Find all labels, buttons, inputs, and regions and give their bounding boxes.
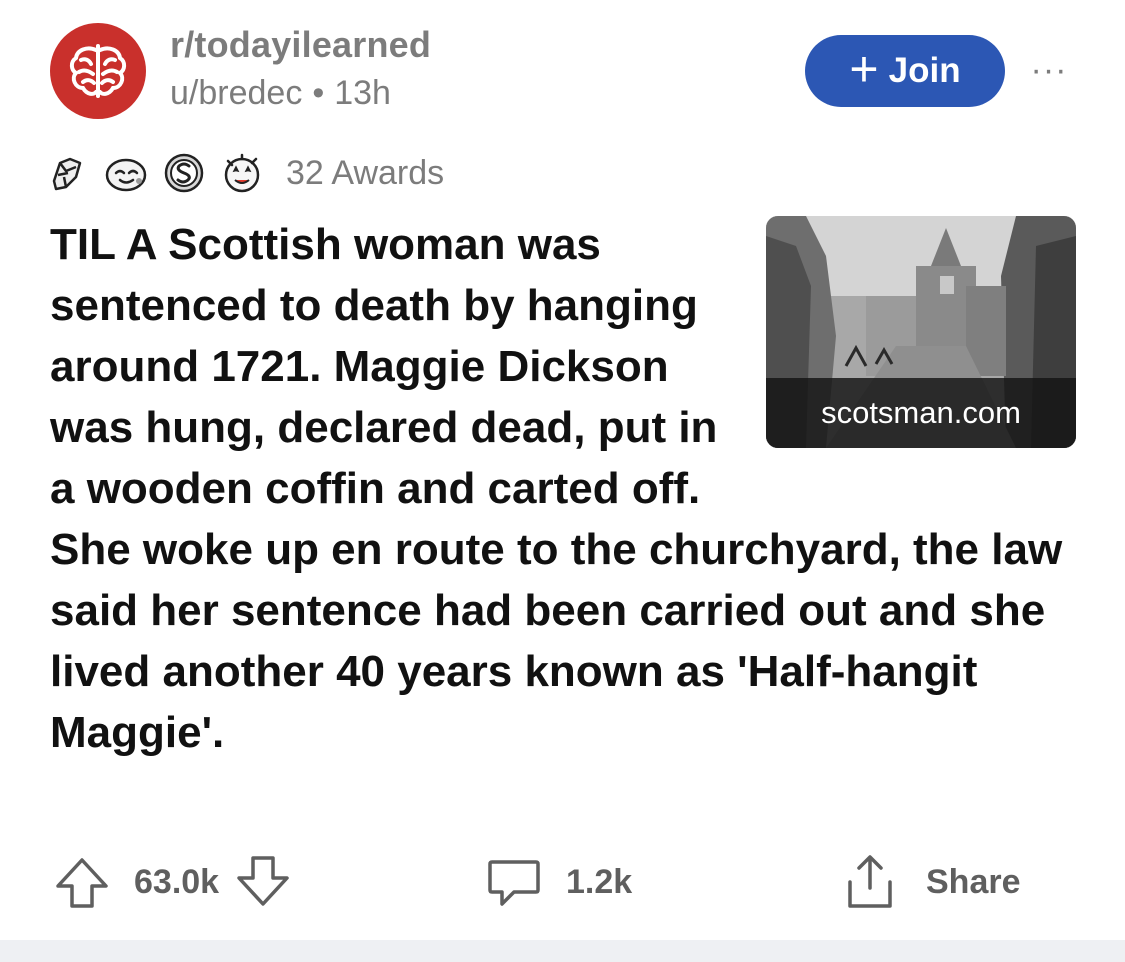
comments-button[interactable]: 1.2k	[484, 850, 632, 914]
silver-s-award-icon	[162, 151, 206, 195]
wholesome-award-icon	[104, 151, 148, 195]
starstruck-award-icon	[220, 151, 264, 195]
feed-divider	[0, 940, 1125, 962]
post-meta: u/bredec • 13h	[170, 74, 391, 113]
comment-bubble-icon	[484, 852, 544, 912]
meta-separator: •	[312, 74, 325, 112]
share-icon	[840, 852, 900, 912]
downvote-arrow-icon[interactable]	[233, 852, 293, 912]
join-button[interactable]: + Join	[805, 35, 1005, 107]
post-card: r/todayilearned u/bredec • 13h + Join ···	[0, 0, 1125, 940]
post-age: 13h	[334, 74, 391, 112]
post-body[interactable]: scotsman.com TIL A Scottish woman was se…	[50, 214, 1080, 763]
share-button[interactable]: Share	[840, 850, 1021, 914]
comment-count: 1.2k	[566, 862, 633, 901]
awards-count: 32 Awards	[286, 153, 445, 192]
vote-bar: 63.0k	[52, 850, 293, 914]
plus-icon: +	[849, 41, 879, 97]
brain-icon	[69, 44, 127, 98]
link-thumbnail[interactable]: scotsman.com	[766, 216, 1076, 448]
vote-count: 63.0k	[134, 862, 220, 901]
link-domain[interactable]: scotsman.com	[766, 378, 1076, 448]
share-label: Share	[926, 862, 1021, 901]
subreddit-name[interactable]: r/todayilearned	[170, 24, 431, 66]
subreddit-avatar[interactable]	[50, 23, 146, 119]
awards-row[interactable]: 32 Awards	[46, 148, 444, 198]
join-label: Join	[888, 51, 961, 90]
more-options-icon[interactable]: ···	[1024, 52, 1074, 88]
author-name[interactable]: u/bredec	[170, 74, 302, 112]
upvote-arrow-icon[interactable]	[52, 852, 112, 912]
raised-fist-award-icon	[46, 151, 90, 195]
